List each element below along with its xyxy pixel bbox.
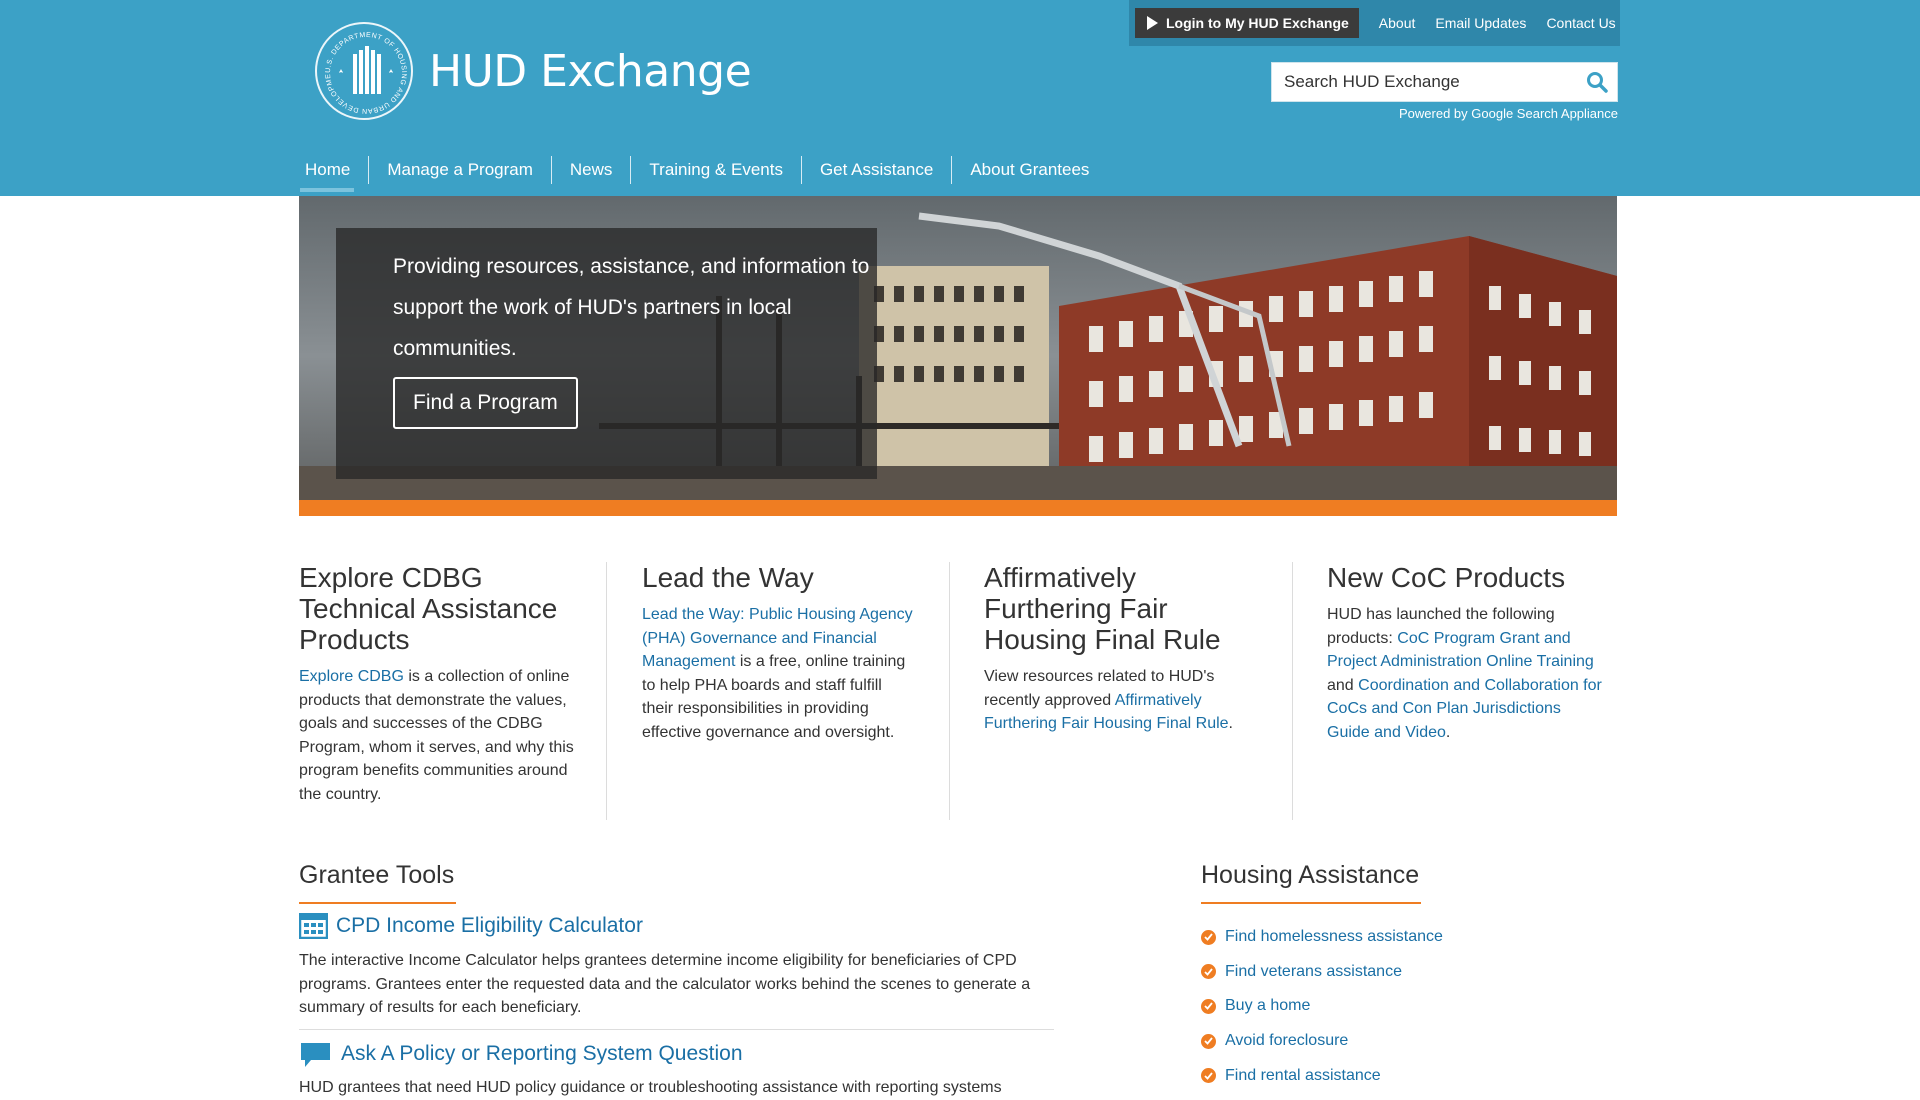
find-homelessness-assistance-link[interactable]: Find homelessness assistance [1225, 928, 1443, 946]
checkmark-icon [1201, 998, 1216, 1014]
email-updates-link[interactable]: Email Updates [1435, 15, 1526, 31]
nav-get-assistance[interactable]: Get Assistance [802, 156, 953, 184]
site-brand-name: HUD Exchange [429, 45, 752, 97]
feature-body: HUD has launched the following products:… [1327, 606, 1602, 741]
utility-bar: Login to My HUD Exchange About Email Upd… [1129, 0, 1620, 46]
calculator-icon [299, 913, 328, 939]
find-a-program-button[interactable]: Find a Program [393, 377, 578, 429]
checkmark-icon [1201, 1068, 1216, 1084]
housing-assistance-heading: Housing Assistance [1201, 861, 1420, 889]
column-divider [606, 562, 607, 820]
nav-about-grantees[interactable]: About Grantees [952, 156, 1107, 184]
search-input[interactable] [1272, 63, 1577, 101]
list-item: Buy a home [1201, 989, 1443, 1024]
feature-body: View resources related to HUD's recently… [984, 668, 1233, 733]
feature-title: Explore CDBG Technical Assistance Produc… [299, 562, 558, 655]
coc-guide-link[interactable]: Coordination and Collaboration for CoCs … [1327, 677, 1602, 741]
site-logo[interactable]: U.S. DEPARTMENT OF HOUSING AND URBAN DEV… [315, 22, 752, 120]
feature-new-coc-products: New CoC Products HUD has launched the fo… [1327, 562, 1607, 745]
login-label: Login to My HUD Exchange [1166, 15, 1349, 31]
speech-bubble-icon [301, 1043, 330, 1067]
feature-body: Explore CDBG is a collection of online p… [299, 668, 574, 803]
site-header: U.S. DEPARTMENT OF HOUSING AND URBAN DEV… [0, 0, 1920, 196]
buy-a-home-link[interactable]: Buy a home [1225, 997, 1310, 1015]
list-item: Find veterans assistance [1201, 955, 1443, 990]
feature-columns: Explore CDBG Technical Assistance Produc… [299, 562, 1617, 822]
search-powered-by: Powered by Google Search Appliance [1399, 106, 1618, 121]
explore-cdbg-link[interactable]: Explore CDBG [299, 668, 404, 685]
list-item: Avoid foreclosure [1201, 1024, 1443, 1059]
feature-lead-the-way: Lead the Way Lead the Way: Public Housin… [642, 562, 922, 745]
avoid-foreclosure-link[interactable]: Avoid foreclosure [1225, 1032, 1348, 1050]
grantee-tools-heading: Grantee Tools [299, 861, 455, 889]
grantee-tools-underline [299, 902, 456, 904]
hero-banner: Providing resources, assistance, and inf… [299, 196, 1617, 516]
checkmark-icon [1201, 964, 1216, 980]
income-calculator-link[interactable]: CPD Income Eligibility Calculator [299, 913, 643, 939]
tool-divider [299, 1029, 1054, 1030]
column-divider [1292, 562, 1293, 820]
about-link[interactable]: About [1379, 15, 1416, 31]
login-button[interactable]: Login to My HUD Exchange [1135, 8, 1359, 38]
search-button[interactable] [1577, 63, 1617, 101]
column-divider [949, 562, 950, 820]
income-calculator-description: The interactive Income Calculator helps … [299, 952, 1031, 1017]
feature-title: Lead the Way [642, 562, 814, 593]
feature-title: New CoC Products [1327, 562, 1566, 593]
feature-explore-cdbg: Explore CDBG Technical Assistance Produc… [299, 562, 579, 807]
hud-seal-icon: U.S. DEPARTMENT OF HOUSING AND URBAN DEV… [315, 22, 413, 120]
feature-affh-final-rule: Affirmatively Furthering Fair Housing Fi… [984, 562, 1264, 736]
nav-home[interactable]: Home [300, 156, 370, 192]
hero-overlay-panel: Providing resources, assistance, and inf… [336, 228, 877, 479]
nav-news[interactable]: News [552, 156, 632, 184]
hero-accent-stripe [299, 500, 1617, 516]
housing-assistance-list: Find homelessness assistance Find vetera… [1201, 920, 1443, 1093]
contact-us-link[interactable]: Contact Us [1546, 15, 1615, 31]
find-veterans-assistance-link[interactable]: Find veterans assistance [1225, 963, 1402, 981]
nav-manage-a-program[interactable]: Manage a Program [369, 156, 552, 184]
checkmark-icon [1201, 1033, 1216, 1049]
feature-title: Affirmatively Furthering Fair Housing Fi… [984, 562, 1221, 655]
feature-body: Lead the Way: Public Housing Agency (PHA… [642, 606, 913, 741]
list-item: Find homelessness assistance [1201, 920, 1443, 955]
hero-tagline: Providing resources, assistance, and inf… [393, 255, 870, 360]
ask-a-question-link[interactable]: Ask A Policy or Reporting System Questio… [299, 1040, 743, 1068]
list-item: Find rental assistance [1201, 1058, 1443, 1093]
search-box [1271, 62, 1618, 102]
main-nav: Home Manage a Program News Training & Ev… [300, 152, 1107, 192]
checkmark-icon [1201, 929, 1216, 945]
housing-assistance-underline [1201, 902, 1421, 904]
find-rental-assistance-link[interactable]: Find rental assistance [1225, 1067, 1381, 1085]
search-icon [1587, 72, 1608, 93]
ask-a-question-description: HUD grantees that need HUD policy guidan… [299, 1079, 1002, 1096]
nav-training-events[interactable]: Training & Events [631, 156, 802, 184]
play-icon [1147, 16, 1158, 30]
